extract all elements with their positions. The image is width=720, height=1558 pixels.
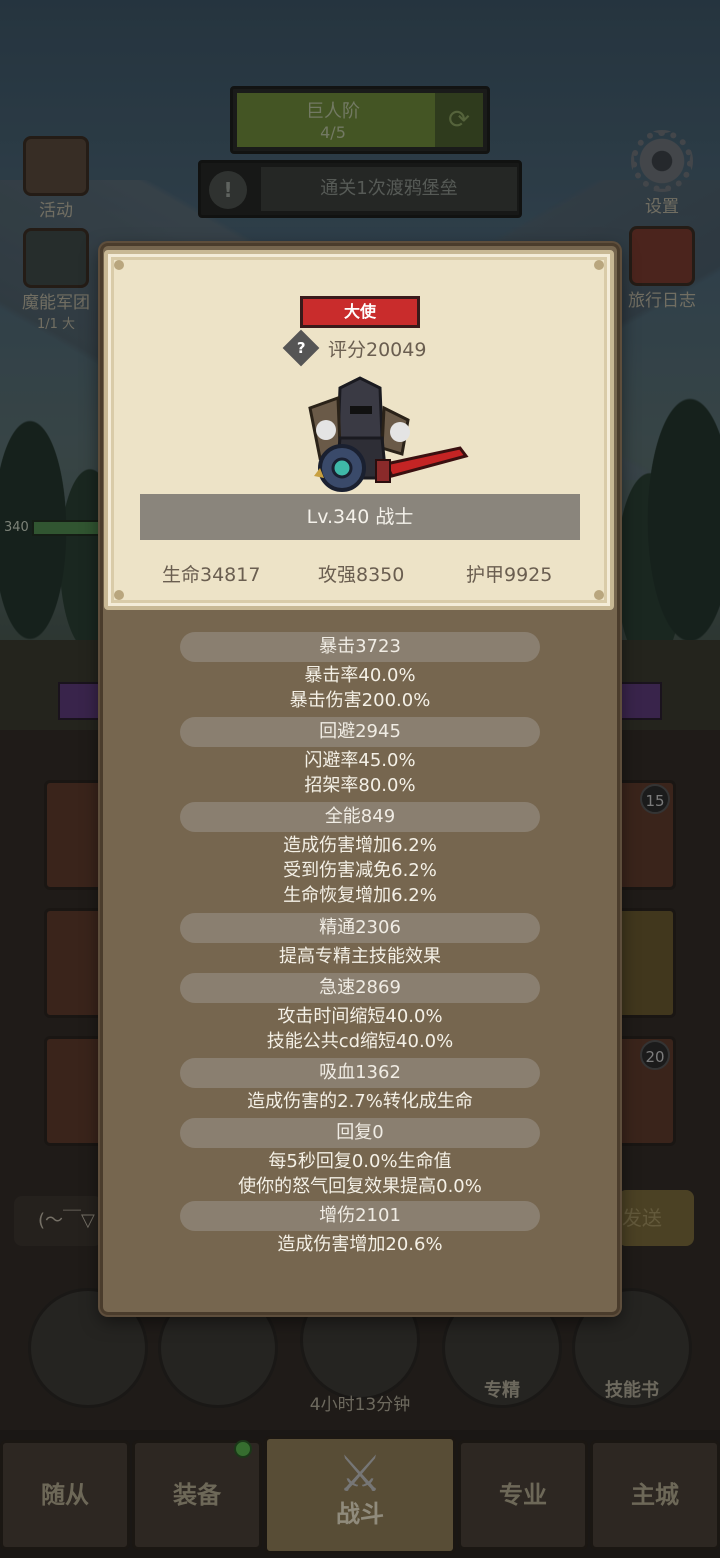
haste-attack-time: 攻击时间缩短40.0% [277, 1006, 443, 1027]
versatility-healing: 生命恢复增加6.2% [283, 885, 437, 906]
dodge-rate: 闪避率45.0% [304, 750, 416, 771]
leech-header: 吸血1362 [180, 1058, 540, 1088]
regen-health: 每5秒回复0.0%生命值 [268, 1151, 452, 1172]
hp-stat: 生命34817 [162, 564, 261, 586]
damage-bonus-effect: 造成伤害增加20.6% [277, 1234, 443, 1255]
level-class-banner: Lv.340 战士 [140, 494, 580, 540]
versatility-reduction: 受到伤害减免6.2% [283, 860, 437, 881]
help-icon[interactable]: ? [282, 329, 320, 367]
score-text: 评分20049 [328, 338, 427, 361]
crit-damage: 暴击伤害200.0% [289, 690, 431, 711]
parry-rate: 招架率80.0% [304, 775, 416, 796]
dodge-header: 回避2945 [180, 717, 540, 747]
regen-rage: 使你的怒气回复效果提高0.0% [238, 1176, 482, 1197]
regen-header: 回复0 [180, 1118, 540, 1148]
mastery-effect: 提高专精主技能效果 [279, 946, 441, 967]
armor-stat: 护甲9925 [466, 564, 553, 586]
card-rivet [114, 590, 124, 600]
versatility-header: 全能849 [180, 802, 540, 832]
haste-header: 急速2869 [180, 973, 540, 1003]
score-row: ? 评分20049 [282, 329, 427, 367]
mastery-header: 精通2306 [180, 913, 540, 943]
rank-badge: 大使 [300, 296, 420, 328]
versatility-damage: 造成伤害增加6.2% [283, 835, 437, 856]
attack-stat: 攻强8350 [318, 564, 405, 586]
haste-gcd: 技能公共cd缩短40.0% [266, 1031, 454, 1052]
crit-rate: 暴击率40.0% [304, 665, 416, 686]
card-rivet [594, 590, 604, 600]
card-rivet [114, 260, 124, 270]
leech-effect: 造成伤害的2.7%转化成生命 [247, 1091, 473, 1112]
card-rivet [594, 260, 604, 270]
crit-header: 暴击3723 [180, 632, 540, 662]
damage-bonus-header: 增伤2101 [180, 1201, 540, 1231]
warrior-sprite [308, 376, 469, 492]
